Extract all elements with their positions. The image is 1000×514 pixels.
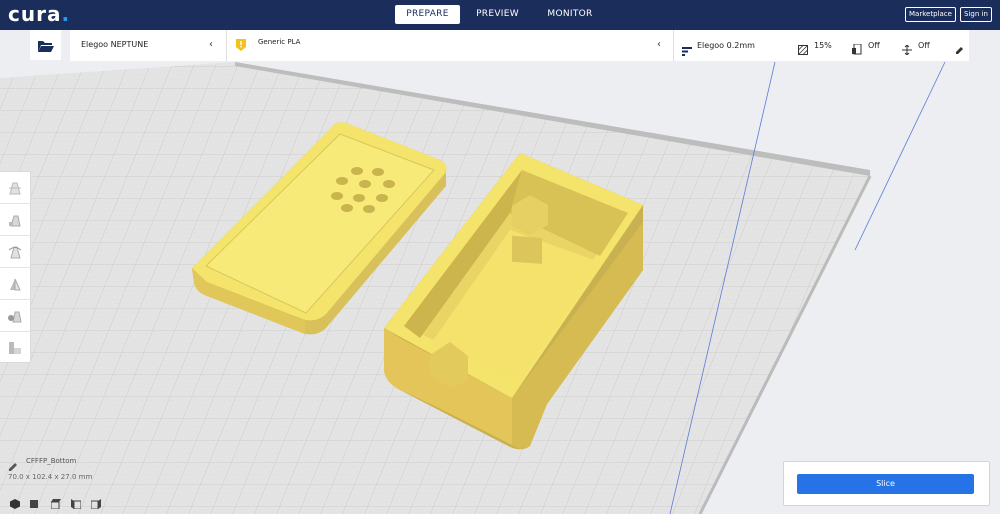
per-model-settings-icon <box>8 311 22 323</box>
scale-tool[interactable] <box>0 204 30 236</box>
tab-prepare[interactable]: PREPARE <box>395 5 460 24</box>
open-file-button[interactable] <box>30 30 61 60</box>
left-view-icon[interactable] <box>71 494 82 510</box>
material-selector[interactable]: Generic PLA ‹ <box>226 30 673 61</box>
material-name: Generic PLA <box>258 38 301 46</box>
per-model-settings-tool[interactable] <box>0 300 30 332</box>
marketplace-button[interactable]: Marketplace <box>905 7 956 22</box>
support-blocker-icon <box>9 342 21 354</box>
chevron-left-icon: ‹ <box>209 39 213 50</box>
slice-panel: Slice <box>783 461 990 506</box>
print-settings-selector[interactable]: Elegoo 0.2mm 15% Off Off <box>673 30 969 61</box>
cura-logo: cura. <box>8 2 71 26</box>
3d-viewport[interactable] <box>0 0 1000 514</box>
adhesion-icon <box>902 40 912 59</box>
top-view-icon[interactable] <box>50 494 61 510</box>
chevron-left-icon: ‹ <box>657 39 661 50</box>
mirror-tool[interactable] <box>0 268 30 300</box>
front-view-icon[interactable] <box>29 494 39 508</box>
infill-icon <box>798 40 808 59</box>
printer-name: Elegoo NEPTUNE <box>81 40 149 49</box>
support-icon <box>852 40 862 59</box>
profile-name: Elegoo 0.2mm <box>697 41 755 50</box>
object-name[interactable]: CFFFP_Bottom <box>26 457 76 465</box>
tool-panel <box>0 171 31 363</box>
rotate-tool-icon <box>8 246 22 259</box>
right-view-icon[interactable] <box>90 494 101 510</box>
build-plate-scene[interactable] <box>0 0 1000 514</box>
scale-tool-icon <box>9 215 21 227</box>
move-tool[interactable] <box>0 172 30 204</box>
3d-view-icon[interactable] <box>10 494 20 509</box>
tab-monitor[interactable]: MONITOR <box>540 5 600 24</box>
app-header: cura. PREPARE PREVIEW MONITOR Marketplac… <box>0 0 1000 30</box>
sign-in-button[interactable]: Sign in <box>960 7 992 22</box>
profile-icon <box>682 41 692 60</box>
infill-value: 15% <box>814 41 832 50</box>
printer-selector[interactable]: Elegoo NEPTUNE ‹ <box>70 30 226 61</box>
move-tool-icon <box>9 182 21 195</box>
mirror-tool-icon <box>10 278 21 291</box>
rotate-tool[interactable] <box>0 236 30 268</box>
material-warning-icon <box>235 37 247 56</box>
object-dimensions: 70.0 x 102.4 x 27.0 mm <box>8 473 93 481</box>
support-blocker-tool[interactable] <box>0 332 30 364</box>
slice-button[interactable]: Slice <box>797 474 974 494</box>
tab-preview[interactable]: PREVIEW <box>470 5 525 24</box>
pencil-icon[interactable] <box>955 40 964 59</box>
support-value: Off <box>868 41 880 50</box>
adhesion-value: Off <box>918 41 930 50</box>
folder-open-icon <box>37 38 55 57</box>
